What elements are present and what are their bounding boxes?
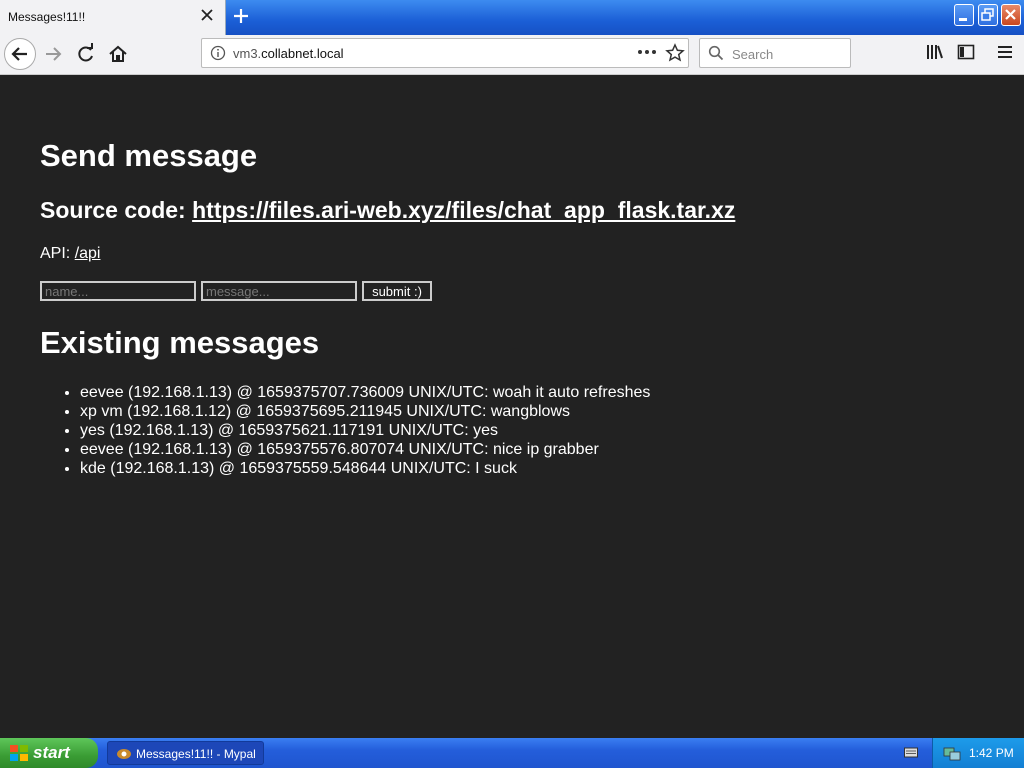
system-tray: 1:42 PM: [932, 738, 1024, 768]
keyboard-icon[interactable]: [904, 746, 918, 758]
page-title: Send message: [40, 138, 258, 173]
url-domain: collabnet.local: [261, 46, 344, 61]
close-icon: [1005, 9, 1016, 20]
navigation-toolbar: vm3.collabnet.local Search: [0, 35, 1024, 75]
existing-messages-heading: Existing messages: [40, 325, 320, 360]
url-bar[interactable]: vm3.collabnet.local: [201, 38, 689, 68]
home-icon: [109, 45, 127, 62]
url-prefix: vm3.: [233, 46, 262, 61]
close-icon[interactable]: [200, 8, 214, 22]
clock: 1:42 PM: [969, 746, 1014, 760]
restore-button[interactable]: [978, 4, 998, 26]
forward-arrow-icon: [46, 47, 62, 61]
restore-icon: [981, 8, 994, 21]
list-item: kde (192.168.1.13) @ 1659375559.548644 U…: [80, 459, 650, 478]
api-label: API:: [40, 245, 75, 262]
api-line: API: /api: [40, 245, 100, 263]
windows-logo-icon: [10, 745, 28, 761]
home-button[interactable]: [103, 39, 133, 69]
minimize-button[interactable]: [954, 4, 974, 26]
tab-title: Messages!11!!: [8, 10, 86, 24]
api-link[interactable]: /api: [75, 245, 101, 262]
start-label: start: [33, 743, 70, 762]
back-arrow-icon: [11, 47, 27, 61]
name-input[interactable]: [40, 281, 196, 301]
tab-messages[interactable]: Messages!11!!: [0, 0, 226, 35]
source-code-link[interactable]: https://files.ari-web.xyz/files/chat_app…: [192, 197, 735, 223]
browser-icon: [117, 749, 131, 759]
source-code-label: Source code:: [40, 197, 193, 223]
message-input[interactable]: [201, 281, 357, 301]
taskbar: start Messages!11!! - Mypal 1:42 PM: [0, 738, 1024, 768]
taskbar-item-label: Messages!11!! - Mypal: [136, 747, 256, 761]
url-text: vm3.collabnet.local: [233, 46, 344, 61]
tab-strip: Messages!11!!: [0, 0, 1024, 35]
window-close-button[interactable]: [1001, 4, 1021, 26]
reload-icon: [78, 43, 93, 62]
back-button[interactable]: [4, 38, 36, 70]
search-placeholder: Search: [732, 47, 774, 62]
minimize-icon: [959, 18, 967, 21]
star-icon[interactable]: [665, 43, 685, 63]
list-item: eevee (192.168.1.13) @ 1659375707.736009…: [80, 383, 650, 402]
start-button[interactable]: start: [0, 738, 98, 768]
page-content: Send message Source code: https://files.…: [0, 75, 1024, 738]
menu-icon[interactable]: [996, 44, 1014, 60]
sidebar-icon[interactable]: [957, 44, 975, 60]
taskbar-item-mypal[interactable]: Messages!11!! - Mypal: [107, 741, 264, 765]
info-icon[interactable]: [210, 45, 226, 61]
search-bar[interactable]: Search: [699, 38, 851, 68]
library-icon[interactable]: [925, 43, 945, 61]
search-icon: [708, 45, 724, 61]
list-item: eevee (192.168.1.13) @ 1659375576.807074…: [80, 440, 650, 459]
forward-button[interactable]: [39, 39, 69, 69]
more-icon[interactable]: [636, 42, 658, 62]
list-item: yes (192.168.1.13) @ 1659375621.117191 U…: [80, 421, 650, 440]
source-code-heading: Source code: https://files.ari-web.xyz/f…: [40, 197, 735, 224]
message-list: eevee (192.168.1.13) @ 1659375707.736009…: [40, 383, 650, 478]
submit-button[interactable]: submit :): [362, 281, 432, 301]
reload-button[interactable]: [71, 39, 101, 69]
plus-icon[interactable]: [231, 6, 251, 26]
list-item: xp vm (192.168.1.12) @ 1659375695.211945…: [80, 402, 650, 421]
network-icon[interactable]: [943, 745, 961, 761]
